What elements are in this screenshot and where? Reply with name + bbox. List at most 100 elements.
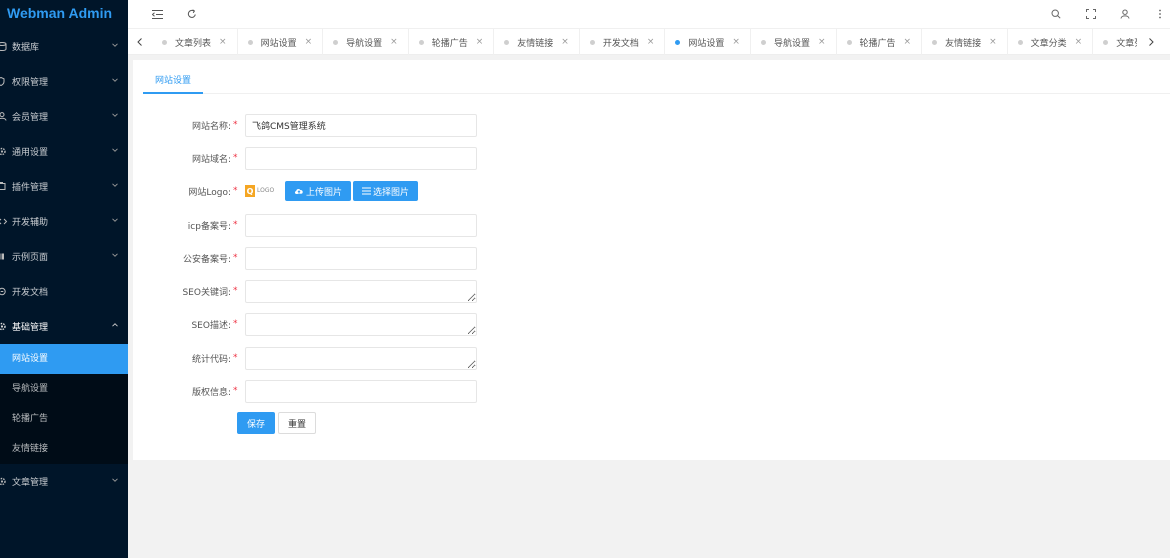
stats-code-textarea[interactable]	[245, 346, 477, 370]
required-mark: *	[233, 120, 238, 130]
sidebar-item-label: 示例页面	[12, 253, 49, 263]
sidebar-item-basic-management[interactable]: 基础管理	[0, 309, 128, 344]
tab-status-dot	[932, 39, 938, 45]
tab-status-dot	[1103, 39, 1109, 45]
choose-image-button[interactable]: 选择图片	[353, 181, 419, 201]
icp-input[interactable]	[245, 213, 477, 237]
sidebar-item-permissions[interactable]: 权限管理	[0, 64, 128, 99]
tab-item[interactable]: 文章列表×	[1093, 29, 1137, 55]
brand-title[interactable]: Webman Admin	[0, 0, 128, 29]
tab-site-settings[interactable]: 网站设置	[143, 68, 204, 94]
stats-code-label: 统计代码:	[191, 354, 231, 365]
sidebar-subitem-carousel-ads[interactable]: 轮播广告	[0, 404, 128, 434]
gear-icon	[0, 477, 10, 486]
sidebar-item-dev-assist[interactable]: 开发辅助	[0, 204, 128, 239]
sidebar-item-article-management[interactable]: 文章管理	[0, 464, 128, 499]
chevron-down-icon	[112, 113, 118, 117]
chevron-left-icon	[137, 38, 142, 46]
tab-item[interactable]: 导航设置 ×	[751, 29, 837, 55]
close-icon[interactable]: ×	[647, 37, 655, 47]
database-icon	[0, 42, 10, 51]
tab-item[interactable]: 文章分类 ×	[1008, 29, 1094, 55]
user-icon	[1120, 9, 1130, 19]
tab-status-dot	[1017, 39, 1023, 45]
tab-status-dot	[675, 39, 681, 45]
refresh-icon	[187, 9, 196, 18]
tab-label: 轮播广告	[431, 38, 468, 49]
copyright-input[interactable]	[245, 379, 477, 403]
more-button[interactable]	[1151, 5, 1169, 23]
sidebar-item-members[interactable]: 会员管理	[0, 99, 128, 134]
tab-item[interactable]: 友情链接 ×	[494, 29, 580, 55]
sidebar: Webman Admin 数据库 权限管理 会员管理 通用设置 插件管理 开发辅…	[0, 0, 128, 558]
doc-icon	[0, 287, 10, 296]
sidebar-item-database[interactable]: 数据库	[0, 29, 128, 64]
tab-item[interactable]: 轮播广告 ×	[837, 29, 923, 55]
sidebar-item-label: 开发辅助	[12, 218, 49, 228]
sidebar-item-plugins[interactable]: 插件管理	[0, 169, 128, 204]
site-logo-label: 网站Logo:	[188, 187, 231, 198]
upload-image-button[interactable]: 上传图片	[285, 181, 352, 201]
tab-label: 导航设置	[346, 38, 383, 49]
close-icon[interactable]: ×	[989, 37, 997, 47]
submenu-basic-management: 网站设置 导航设置 轮播广告 友情链接	[0, 344, 128, 464]
form-actions: 保存 重置	[237, 411, 317, 435]
sidebar-subitem-site-settings[interactable]: 网站设置	[0, 344, 128, 374]
tab-item[interactable]: 导航设置 ×	[323, 29, 409, 55]
fullscreen-button[interactable]	[1082, 5, 1100, 23]
sidebar-subitem-nav-settings[interactable]: 导航设置	[0, 374, 128, 404]
layout-icon	[0, 252, 10, 261]
search-icon	[1051, 9, 1061, 19]
site-domain-input[interactable]	[245, 146, 477, 170]
tab-status-dot	[589, 39, 595, 45]
tab-item[interactable]: 友情链接 ×	[922, 29, 1008, 55]
close-icon[interactable]: ×	[732, 37, 740, 47]
close-icon[interactable]: ×	[305, 37, 313, 47]
required-mark: *	[233, 386, 238, 396]
required-mark: *	[233, 186, 238, 196]
user-menu-button[interactable]	[1116, 5, 1134, 23]
tabs-scroll-left-button[interactable]	[128, 29, 152, 55]
police-record-input[interactable]	[245, 246, 477, 270]
save-button[interactable]: 保存	[237, 412, 276, 434]
sidebar-item-examples[interactable]: 示例页面	[0, 239, 128, 274]
tab-status-dot	[247, 39, 253, 45]
required-mark: *	[233, 353, 238, 363]
logo-text: LOGO	[257, 187, 275, 194]
tab-status-dot	[504, 39, 510, 45]
tab-status-dot	[418, 39, 424, 45]
close-icon[interactable]: ×	[390, 37, 398, 47]
sidebar-subitem-friend-links[interactable]: 友情链接	[0, 434, 128, 464]
reset-button[interactable]: 重置	[278, 412, 317, 434]
site-name-input[interactable]	[245, 113, 477, 137]
tab-item[interactable]: 开发文档 ×	[580, 29, 666, 55]
tab-item[interactable]: 网站设置 ×	[665, 29, 751, 55]
tab-item[interactable]: 文章列表×	[152, 29, 238, 55]
gear-icon	[0, 147, 10, 156]
chevron-down-icon	[112, 78, 118, 82]
close-icon[interactable]: ×	[1075, 37, 1083, 47]
close-icon[interactable]: ×	[476, 37, 484, 47]
police-label: 公安备案号:	[182, 254, 231, 265]
tab-item[interactable]: 轮播广告 ×	[409, 29, 495, 55]
seo-keywords-textarea[interactable]	[245, 279, 477, 303]
search-button[interactable]	[1047, 5, 1065, 23]
seo-description-textarea[interactable]	[245, 312, 477, 336]
tab-status-dot	[162, 39, 167, 45]
tab-item[interactable]: 网站设置 ×	[238, 29, 324, 55]
sidebar-item-general-settings[interactable]: 通用设置	[0, 134, 128, 169]
close-icon[interactable]: ×	[904, 37, 912, 47]
tabs-scroll-right-button[interactable]	[1139, 29, 1163, 55]
refresh-button[interactable]	[183, 5, 201, 23]
sidebar-item-dev-docs[interactable]: 开发文档	[0, 274, 128, 309]
required-mark: *	[233, 319, 238, 329]
menu-fold-button[interactable]	[148, 5, 166, 23]
top-header	[128, 0, 1170, 29]
required-mark: *	[233, 286, 238, 296]
close-icon[interactable]: ×	[818, 37, 826, 47]
close-icon[interactable]: ×	[561, 37, 569, 47]
close-icon[interactable]: ×	[219, 37, 227, 47]
tab-label: 开发文档	[602, 38, 639, 49]
site-name-label: 网站名称:	[191, 121, 231, 132]
seo-keywords-label: SEO关键词:	[182, 287, 231, 298]
